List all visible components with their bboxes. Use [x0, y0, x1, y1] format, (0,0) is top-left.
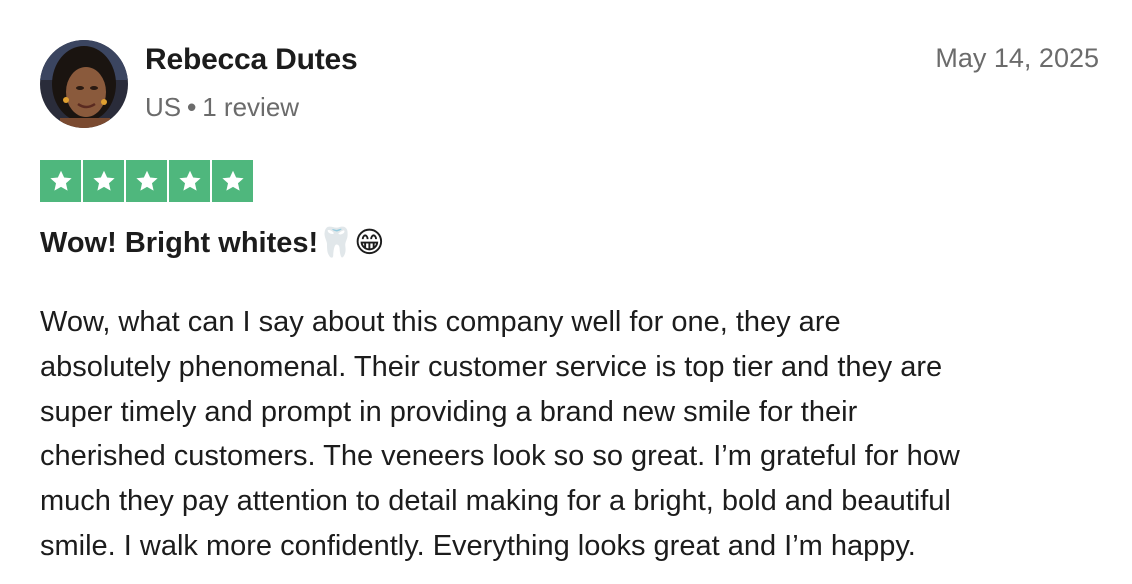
review-card: Rebecca Dutes US • 1 review May 14, 2025 W… [0, 0, 1132, 584]
star-icon [126, 160, 167, 202]
review-date: May 14, 2025 [935, 43, 1099, 73]
review-body: Wow, what can I say about this company w… [40, 300, 1110, 569]
review-body-line: Wow, what can I say about this company w… [40, 306, 841, 338]
review-body-line: cherished customers. The veneers look so… [40, 440, 960, 473]
star-icon [83, 160, 124, 202]
review-body-line: smile. I walk more confidently. Everythi… [40, 529, 916, 562]
star-icon [40, 160, 81, 202]
star-icon [169, 160, 210, 202]
avatar[interactable] [40, 40, 128, 128]
star-rating [40, 160, 253, 202]
review-body-line: much they pay attention to detail making… [40, 485, 951, 518]
reviewer-meta: US • 1 review [145, 92, 299, 123]
reviewer-review-count[interactable]: 1 review [202, 92, 299, 122]
meta-separator: • [187, 92, 197, 122]
star-icon [212, 160, 253, 202]
review-title[interactable]: Wow! Bright whites!🦷😁 [40, 225, 385, 260]
review-body-line: absolutely phenomenal. Their customer se… [40, 350, 943, 383]
reviewer-name[interactable]: Rebecca Dutes [145, 43, 358, 77]
review-body-line: super timely and prompt in providing a b… [40, 395, 858, 428]
reviewer-country: US [145, 92, 182, 122]
